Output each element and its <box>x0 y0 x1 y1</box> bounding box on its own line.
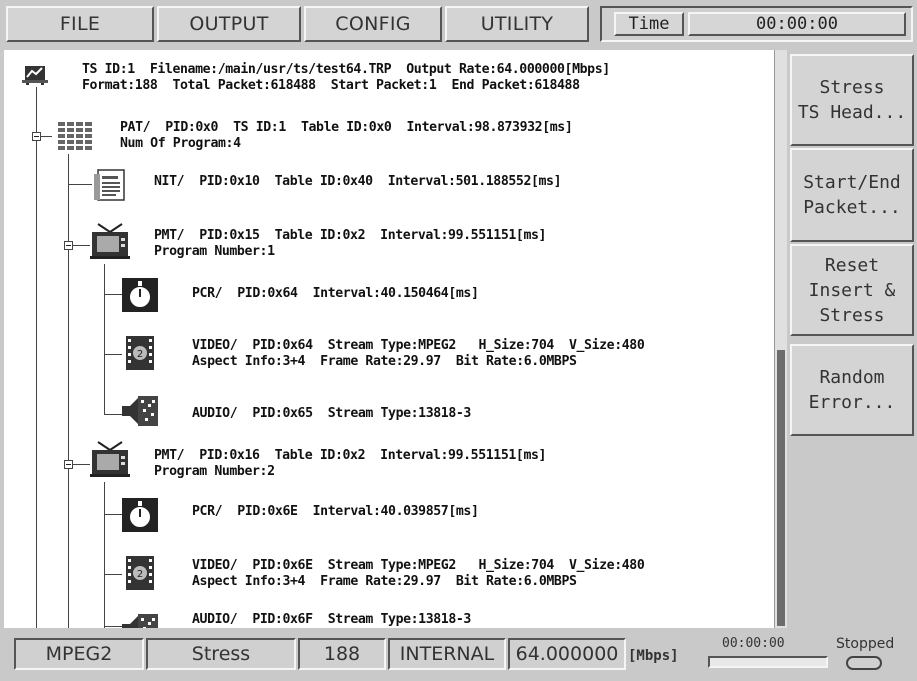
tree-pat-line <box>68 154 69 628</box>
status-rate-unit: [Mbps] <box>628 648 679 664</box>
tree-pmt1-line <box>104 264 105 414</box>
tree-branch <box>104 574 122 575</box>
pat-info-line2: Num Of Program:4 <box>120 136 241 151</box>
time-value: 00:00:00 <box>688 12 906 36</box>
pcr1-info-line1: PCR/ PID:0x64 Interval:40.150464[ms] <box>192 286 479 301</box>
nit-info-line1: NIT/ PID:0x10 Table ID:0x40 Interval:501… <box>154 174 562 189</box>
video-film-icon[interactable]: 2 <box>122 556 158 590</box>
pcr-clock-icon[interactable] <box>122 498 158 532</box>
pmt2-info-line1: PMT/ PID:0x16 Table ID:0x2 Interval:99.5… <box>154 448 547 463</box>
status-packet-size: 188 <box>298 638 386 670</box>
pcr2-info-line1: PCR/ PID:0x6E Interval:40.039857[ms] <box>192 504 479 519</box>
nit-document-icon[interactable] <box>92 168 128 202</box>
expander-pat[interactable] <box>32 132 41 141</box>
svg-text:2: 2 <box>137 569 143 580</box>
output-menu-button[interactable]: OUTPUT <box>157 6 301 42</box>
pat-info-line1: PAT/ PID:0x0 TS ID:1 Table ID:0x0 Interv… <box>120 120 573 135</box>
pmt-tv-icon[interactable] <box>90 440 130 478</box>
status-indicator-led <box>846 656 882 670</box>
side-button-column: Stress TS Head... Start/End Packet... Re… <box>788 50 917 628</box>
status-clock-source: INTERNAL <box>388 638 506 670</box>
status-state: Stopped <box>836 636 895 652</box>
reset-insert-stress-label: Reset Insert & Stress <box>808 254 896 326</box>
audio-speaker-icon[interactable] <box>120 394 160 428</box>
utility-menu-button[interactable]: UTILITY <box>445 6 589 42</box>
tree-scrollbar[interactable] <box>774 50 787 628</box>
expander-pmt2[interactable] <box>64 460 73 469</box>
scrollbar-thumb[interactable] <box>777 350 785 626</box>
status-mode: Stress <box>146 638 296 670</box>
status-bar: MPEG2 Stress 188 INTERNAL 64.000000 [Mbp… <box>0 630 917 681</box>
status-output-rate: 64.000000 <box>508 638 626 670</box>
start-end-packet-button[interactable]: Start/End Packet... <box>790 148 914 242</box>
stress-ts-header-label: Stress TS Head... <box>797 77 907 123</box>
tree-trunk-line <box>36 87 37 628</box>
ts-network-icon <box>22 63 48 85</box>
time-display: Time 00:00:00 <box>600 6 913 42</box>
svg-text:2: 2 <box>137 349 143 360</box>
expander-pmt1[interactable] <box>64 241 73 250</box>
video-film-icon[interactable]: 2 <box>122 336 158 370</box>
ts-info-line2: Format:188 Total Packet:618488 Start Pac… <box>82 78 580 93</box>
video1-info-line2: Aspect Info:3+4 Frame Rate:29.97 Bit Rat… <box>192 354 577 369</box>
tree-branch <box>104 294 122 295</box>
status-progress-bar <box>708 656 828 668</box>
stream-tree-panel[interactable]: TS ID:1 Filename:/main/usr/ts/test64.TRP… <box>4 50 774 628</box>
audio-speaker-icon[interactable] <box>120 612 160 628</box>
tree-branch <box>104 354 122 355</box>
tree-branch <box>68 184 92 185</box>
config-menu-button[interactable]: CONFIG <box>304 6 442 42</box>
video2-info-line1: VIDEO/ PID:0x6E Stream Type:MPEG2 H_Size… <box>192 558 645 573</box>
audio2-info-line1: AUDIO/ PID:0x6F Stream Type:13818-3 <box>192 612 471 627</box>
tree-branch <box>104 514 122 515</box>
tree-pmt2-line <box>104 482 105 628</box>
start-end-packet-label: Start/End Packet... <box>803 172 901 218</box>
reset-insert-stress-button[interactable]: Reset Insert & Stress <box>790 244 914 336</box>
pat-table-icon[interactable] <box>56 120 96 152</box>
random-error-label: Random Error... <box>808 367 896 413</box>
pmt1-info-line2: Program Number:1 <box>154 244 275 259</box>
pmt-tv-icon[interactable] <box>90 222 130 260</box>
audio1-info-line1: AUDIO/ PID:0x65 Stream Type:13818-3 <box>192 406 471 421</box>
time-label: Time <box>614 12 684 36</box>
ts-info-line1: TS ID:1 Filename:/main/usr/ts/test64.TRP… <box>82 62 610 77</box>
menu-bar: FILE OUTPUT CONFIG UTILITY Time 00:00:00 <box>0 0 917 46</box>
status-format: MPEG2 <box>14 638 144 670</box>
pmt1-info-line1: PMT/ PID:0x15 Table ID:0x2 Interval:99.5… <box>154 228 547 243</box>
status-elapsed-time: 00:00:00 <box>722 636 785 651</box>
pmt2-info-line2: Program Number:2 <box>154 464 275 479</box>
video1-info-line1: VIDEO/ PID:0x64 Stream Type:MPEG2 H_Size… <box>192 338 645 353</box>
file-menu-button[interactable]: FILE <box>6 6 154 42</box>
random-error-button[interactable]: Random Error... <box>790 344 914 436</box>
stress-ts-header-button[interactable]: Stress TS Head... <box>790 54 914 146</box>
pcr-clock-icon[interactable] <box>122 278 158 312</box>
video2-info-line2: Aspect Info:3+4 Frame Rate:29.97 Bit Rat… <box>192 574 577 589</box>
